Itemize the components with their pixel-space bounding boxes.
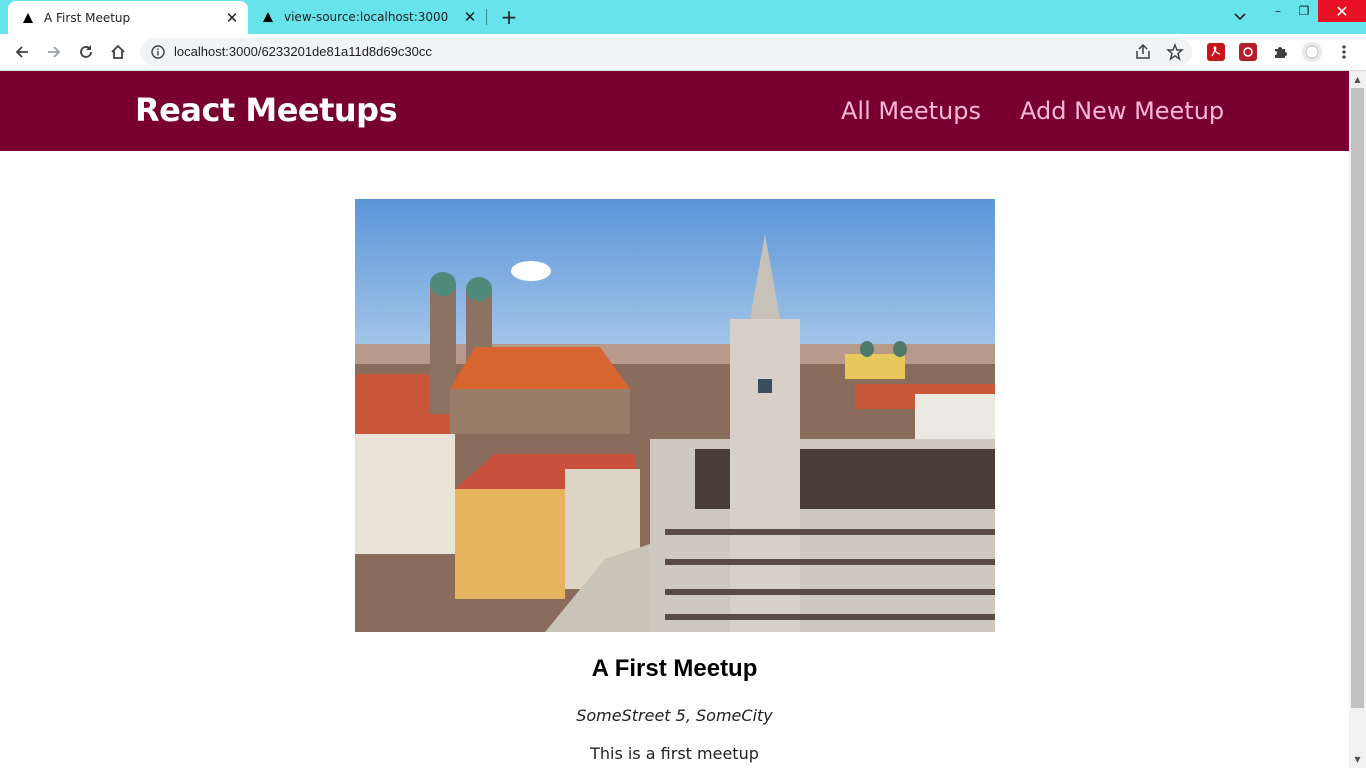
reload-icon[interactable] [74,40,98,64]
back-icon[interactable] [10,40,34,64]
share-icon[interactable] [1134,43,1152,61]
extension-icon[interactable] [1239,43,1257,61]
new-tab-button[interactable]: + [497,5,521,29]
address-bar[interactable]: localhost:3000/6233201de81a11d8d69c30cc [140,38,1192,66]
menu-icon[interactable] [1332,40,1356,64]
meetup-image [355,199,995,632]
meetup-address: SomeStreet 5, SomeCity [576,706,773,725]
triangle-favicon-icon [260,9,276,25]
site-header: React Meetups All Meetups Add New Meetup [0,71,1349,151]
tab-view-source[interactable]: view-source:localhost:3000 ✕ [248,0,486,34]
tab-close-icon[interactable]: ✕ [222,8,242,28]
tab-title: view-source:localhost:3000 [284,10,449,24]
tab-close-icon[interactable]: ✕ [460,7,480,27]
scroll-down-arrow-icon[interactable]: ▼ [1349,751,1366,768]
meetup-title: A First Meetup [591,655,758,682]
page-viewport: React Meetups All Meetups Add New Meetup [0,71,1349,768]
tab-title: A First Meetup [44,10,131,25]
minimize-button[interactable]: – [1265,0,1291,22]
scroll-up-arrow-icon[interactable]: ▲ [1349,71,1366,88]
puzzle-icon[interactable] [1268,40,1292,64]
star-icon[interactable] [1166,43,1184,61]
profile-icon[interactable] [1300,40,1324,64]
forward-icon[interactable] [42,40,66,64]
url-text: localhost:3000/6233201de81a11d8d69c30cc [174,44,432,59]
nav-all-meetups-link[interactable]: All Meetups [841,97,981,125]
home-icon[interactable] [106,40,130,64]
meetup-description: This is a first meetup [590,744,759,763]
maximize-button[interactable]: ❐ [1291,0,1317,22]
tab-separator [486,9,487,25]
tab-search-chevron-icon[interactable] [1228,5,1252,29]
pdf-extension-icon[interactable] [1207,43,1225,61]
close-window-button[interactable]: ✕ [1318,0,1366,22]
tab-a-first-meetup[interactable]: A First Meetup ✕ [8,1,248,34]
info-icon[interactable] [150,44,166,60]
vertical-scrollbar[interactable]: ▲ ▼ [1349,71,1366,768]
scroll-thumb[interactable] [1351,88,1364,708]
triangle-favicon-icon [20,10,36,26]
site-logo: React Meetups [135,91,398,129]
tab-strip: A First Meetup ✕ view-source:localhost:3… [0,0,1366,34]
nav-add-new-meetup-link[interactable]: Add New Meetup [1020,97,1224,125]
browser-toolbar: localhost:3000/6233201de81a11d8d69c30cc [0,34,1366,71]
